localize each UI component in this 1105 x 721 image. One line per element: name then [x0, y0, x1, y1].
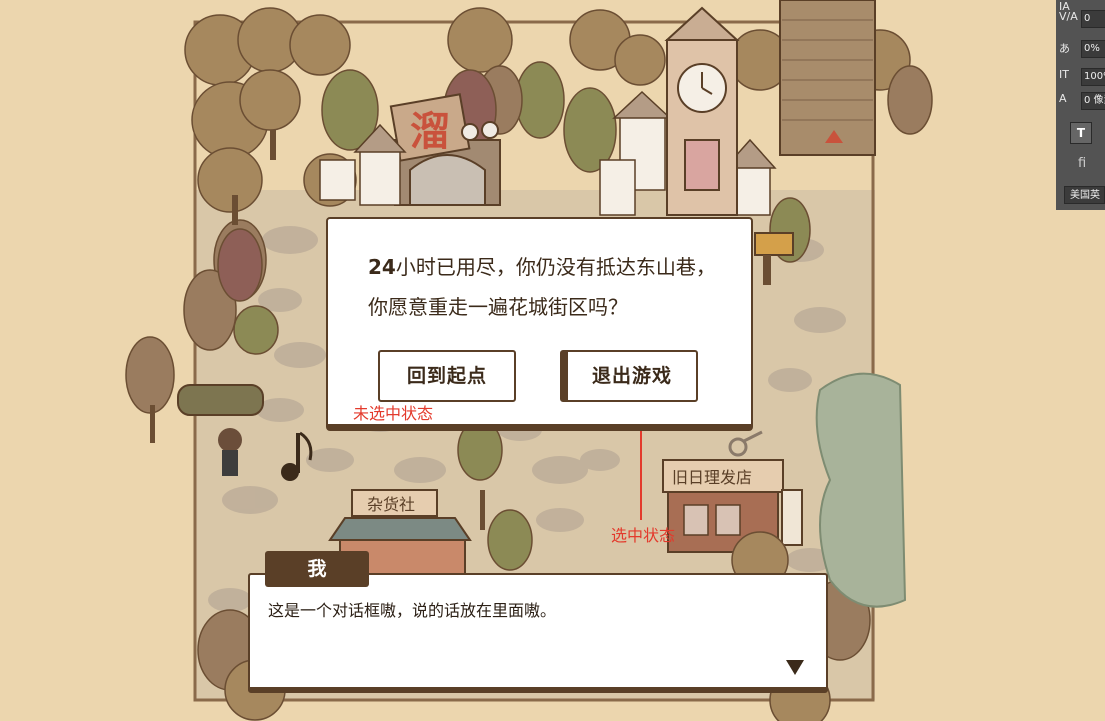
vertical-scale-field[interactable]: 100% [1081, 68, 1105, 86]
tsume-icon: あ [1059, 42, 1070, 55]
gate-sign: 溜 [410, 108, 450, 155]
dialogue-text: 这是一个对话框嗷，说的话放在里面嗷。 [268, 601, 557, 620]
photoshop-character-panel: IA V/A0 あ0% IT100% A0 像素 T fi 美国英 [1056, 0, 1105, 210]
game-over-modal: 24小时已用尽，你仍没有抵达东山巷， 你愿意重走一遍花城街区吗？ 回到起点 退出… [326, 217, 753, 431]
dialogue-box[interactable]: 这是一个对话框嗷，说的话放在里面嗷。 [248, 573, 828, 693]
restart-button[interactable]: 回到起点 [378, 350, 516, 402]
faux-bold-button[interactable]: T [1070, 122, 1092, 144]
ligature-icon[interactable]: fi [1078, 156, 1086, 171]
tracking-field[interactable]: 0 [1081, 10, 1105, 28]
baseline-shift-icon: A [1059, 92, 1067, 105]
modal-line-1: 小时已用尽，你仍没有抵达东山巷， [395, 255, 716, 279]
continue-arrow-icon[interactable] [786, 660, 804, 675]
grocery-sign: 杂货社 [367, 495, 415, 514]
annotation-unselected: 未选中状态 [353, 404, 434, 423]
barber-sign: 旧日理发店 [672, 468, 752, 487]
annotation-selected: 选中状态 [611, 526, 676, 545]
vertical-scale-icon: IT [1059, 68, 1069, 81]
baseline-shift-field[interactable]: 0 像素 [1081, 92, 1105, 110]
exit-game-button[interactable]: 退出游戏 [560, 350, 698, 402]
scale-field[interactable]: 0% [1081, 40, 1105, 58]
modal-line-2: 你愿意重走一遍花城街区吗？ [368, 295, 628, 319]
tracking-icon: V/A [1059, 10, 1078, 23]
speaker-name-tab: 我 [265, 551, 369, 587]
modal-message: 24小时已用尽，你仍没有抵达东山巷， 你愿意重走一遍花城街区吗？ [368, 247, 738, 327]
language-select[interactable]: 美国英 [1064, 186, 1105, 204]
hours-number: 24 [368, 255, 396, 279]
